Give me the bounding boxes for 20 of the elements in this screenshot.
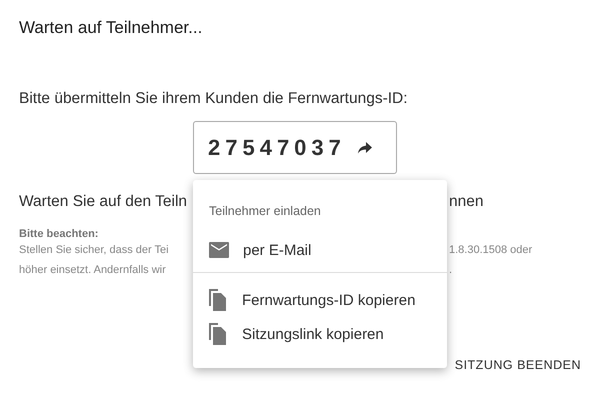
note-text: höher einsetzt. Andernfalls wir xyxy=(19,263,166,278)
menu-item[interactable]: Fernwartungs-ID kopieren xyxy=(193,283,447,317)
copy-icon xyxy=(209,289,228,311)
waiting-text: Warten Sie auf den Teiln xyxy=(19,193,188,211)
menu-heading: Teilnehmer einladen xyxy=(208,204,322,218)
share-icon[interactable] xyxy=(358,142,372,154)
mail-icon xyxy=(209,242,229,258)
instruction-text: Bitte übermitteln Sie ihrem Kunden die Fernwartungs-ID: xyxy=(19,90,409,108)
copy-icon xyxy=(209,323,228,345)
note-text: 1.8.30.1508 oder xyxy=(449,243,532,258)
session-id-field[interactable]: 27547037 xyxy=(193,121,397,174)
session-id: 27547037 xyxy=(208,134,346,160)
note-heading: Bitte beachten: xyxy=(19,228,100,240)
end-session-button[interactable]: SITZUNG BEENDEN xyxy=(454,356,581,374)
dialog-title: Warten auf Teilnehmer... xyxy=(19,18,204,39)
menu-item[interactable]: per E-Mail xyxy=(193,233,447,267)
menu-item[interactable]: Sitzungslink kopieren xyxy=(193,317,447,351)
waiting-text: nnen xyxy=(449,193,484,211)
note-text: . xyxy=(449,263,452,278)
note-text: Stellen Sie sicher, dass der Tei xyxy=(19,243,169,258)
